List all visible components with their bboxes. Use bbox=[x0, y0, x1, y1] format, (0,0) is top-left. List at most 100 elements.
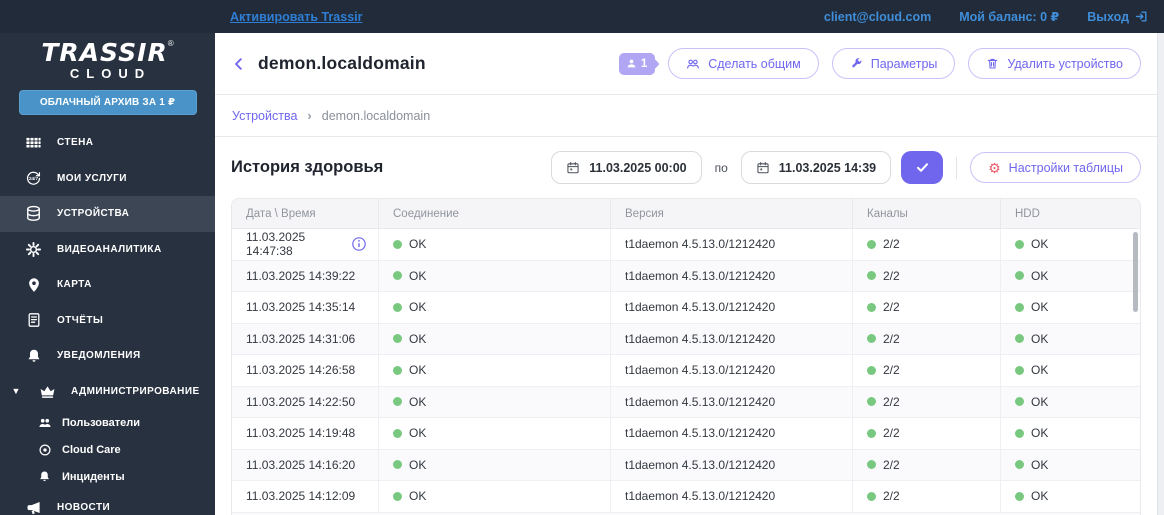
date-from-input[interactable]: 11.03.2025 00:00 bbox=[551, 151, 702, 184]
shared-users-badge[interactable]: 1 bbox=[618, 52, 656, 75]
devices-database-icon bbox=[24, 205, 43, 222]
sidebar-item-notifications[interactable]: УВЕДОМЛЕНИЯ bbox=[0, 338, 215, 374]
topbar: Активировать Trassir client@cloud.com Мо… bbox=[0, 0, 1164, 33]
cell-version: t1daemon 4.5.13.0/1212420 bbox=[611, 355, 853, 386]
notifications-bell-icon bbox=[24, 348, 43, 364]
table-row[interactable]: 11.03.2025 14:12:09 OK t1daemon 4.5.13.0… bbox=[232, 481, 1140, 513]
column-header-datetime[interactable]: Дата \ Время bbox=[232, 199, 379, 228]
table-row[interactable]: 11.03.2025 14:19:48 OK t1daemon 4.5.13.0… bbox=[232, 418, 1140, 450]
parameters-button[interactable]: Параметры bbox=[831, 48, 956, 79]
delete-device-button[interactable]: Удалить устройство bbox=[968, 48, 1141, 79]
status-dot-green bbox=[1015, 365, 1024, 375]
status-dot-green bbox=[867, 271, 876, 281]
make-shared-button[interactable]: Сделать общим bbox=[668, 48, 819, 79]
sidebar-item-map[interactable]: КАРТА bbox=[0, 267, 215, 303]
logout-link[interactable]: Выход bbox=[1087, 10, 1148, 24]
sidebar-subitem-label: Пользователи bbox=[62, 416, 141, 429]
sidebar-item-wall[interactable]: СТЕНА bbox=[0, 125, 215, 161]
table-row[interactable]: 11.03.2025 14:39:22 OK t1daemon 4.5.13.0… bbox=[232, 260, 1140, 292]
sidebar-subitem-cloud-care[interactable]: Cloud Care bbox=[0, 436, 215, 463]
table-row[interactable]: 11.03.2025 14:16:20 OK t1daemon 4.5.13.0… bbox=[232, 449, 1140, 481]
cell-hdd: OK bbox=[1001, 229, 1140, 260]
logo-title: TRASSIR bbox=[41, 38, 168, 67]
cloud-care-icon bbox=[37, 443, 52, 457]
table-row[interactable]: 11.03.2025 14:22:50 OK t1daemon 4.5.13.0… bbox=[232, 386, 1140, 418]
sidebar-item-video-analytics[interactable]: ВИДЕОАНАЛИТИКА bbox=[0, 232, 215, 268]
shared-users-count: 1 bbox=[640, 57, 648, 70]
table-row[interactable]: 11.03.2025 14:47:38 OK t1daemon 4.5.13.0… bbox=[232, 229, 1140, 261]
status-dot-green bbox=[393, 428, 402, 438]
sidebar-item-my-services[interactable]: 24/7 МОИ УСЛУГИ bbox=[0, 161, 215, 197]
table-header-row: Дата \ Время Соединение Версия Каналы HD… bbox=[232, 199, 1140, 229]
cell-hdd: OK bbox=[1001, 418, 1140, 449]
table-row[interactable]: 11.03.2025 14:26:58 OK t1daemon 4.5.13.0… bbox=[232, 355, 1140, 387]
make-shared-label: Сделать общим bbox=[708, 56, 801, 71]
sidebar-subitem-users[interactable]: Пользователи bbox=[0, 409, 215, 436]
table-settings-label: Настройки таблицы bbox=[1008, 160, 1123, 175]
column-header-hdd[interactable]: HDD bbox=[1001, 199, 1140, 228]
balance-link[interactable]: Мой баланс: 0 ₽ bbox=[959, 9, 1059, 24]
apply-filter-button[interactable] bbox=[901, 151, 944, 184]
video-analytics-gear-icon bbox=[24, 241, 43, 258]
status-dot-green bbox=[867, 397, 876, 407]
sidebar-item-reports[interactable]: ОТЧЁТЫ bbox=[0, 303, 215, 339]
cell-channels: 2/2 bbox=[853, 449, 1001, 480]
status-dot-green bbox=[393, 271, 402, 281]
column-header-channels[interactable]: Каналы bbox=[853, 199, 1001, 228]
cell-connection: OK bbox=[379, 292, 611, 323]
sidebar-item-administration[interactable]: ▼ АДМИНИСТРИРОВАНИЕ bbox=[0, 374, 215, 410]
breadcrumb-current: demon.localdomain bbox=[321, 108, 431, 123]
check-icon bbox=[915, 160, 930, 175]
cell-version: t1daemon 4.5.13.0/1212420 bbox=[611, 292, 853, 323]
sidebar-item-devices[interactable]: УСТРОЙСТВА bbox=[0, 196, 215, 232]
activate-trassir-link[interactable]: Активировать Trassir bbox=[230, 10, 362, 24]
cell-datetime: 11.03.2025 14:47:38 bbox=[232, 229, 379, 260]
trassir-cloud-logo: TRASSIR® CLOUD bbox=[0, 33, 215, 81]
cell-channels: 2/2 bbox=[853, 481, 1001, 512]
date-to-input[interactable]: 11.03.2025 14:39 bbox=[740, 151, 892, 184]
table-row[interactable]: 11.03.2025 14:35:14 OK t1daemon 4.5.13.0… bbox=[232, 292, 1140, 324]
cell-connection: OK bbox=[379, 260, 611, 291]
reports-icon bbox=[24, 312, 43, 328]
table-scrollbar-thumb[interactable] bbox=[1133, 232, 1138, 312]
cell-connection: OK bbox=[379, 449, 611, 480]
status-dot-green bbox=[1015, 239, 1024, 249]
back-button[interactable] bbox=[231, 56, 247, 72]
sidebar-item-news[interactable]: НОВОСТИ bbox=[0, 490, 215, 515]
table-settings-button[interactable]: ⚙ Настройки таблицы bbox=[970, 152, 1141, 183]
status-dot-green bbox=[393, 334, 402, 344]
sidebar-subitem-incidents[interactable]: Инциденты bbox=[0, 463, 215, 490]
cell-connection: OK bbox=[379, 418, 611, 449]
cell-version: t1daemon 4.5.13.0/1212420 bbox=[611, 229, 853, 260]
breadcrumb-devices-link[interactable]: Устройства bbox=[232, 109, 297, 123]
calendar-icon bbox=[756, 161, 770, 175]
services-24-7-icon: 24/7 bbox=[24, 170, 43, 187]
page-scrollbar[interactable] bbox=[1157, 33, 1164, 515]
sidebar-item-label: УВЕДОМЛЕНИЯ bbox=[57, 350, 141, 362]
date-range-separator-label: по bbox=[714, 160, 728, 175]
status-dot-green bbox=[1015, 397, 1024, 407]
column-header-version[interactable]: Версия bbox=[611, 199, 853, 228]
status-dot-green bbox=[867, 491, 876, 501]
sidebar-item-label: СТЕНА bbox=[57, 137, 94, 149]
table-row[interactable]: 11.03.2025 14:31:06 OK t1daemon 4.5.13.0… bbox=[232, 323, 1140, 355]
status-dot-green bbox=[393, 491, 402, 501]
sidebar: TRASSIR® CLOUD ОБЛАЧНЫЙ АРХИВ ЗА 1 ₽ СТЕ… bbox=[0, 33, 215, 515]
device-page-header: demon.localdomain 1 Сделать общим Параме… bbox=[215, 33, 1157, 95]
cloud-archive-button[interactable]: ОБЛАЧНЫЙ АРХИВ ЗА 1 ₽ bbox=[18, 90, 197, 115]
sidebar-item-label: ОТЧЁТЫ bbox=[57, 314, 104, 326]
cell-datetime: 11.03.2025 14:39:22 bbox=[232, 260, 379, 291]
users-icon bbox=[37, 416, 52, 430]
account-email-link[interactable]: client@cloud.com bbox=[824, 10, 931, 24]
chevron-right-icon: › bbox=[307, 108, 312, 123]
cell-connection: OK bbox=[379, 323, 611, 354]
column-header-connection[interactable]: Соединение bbox=[379, 199, 611, 228]
cell-connection: OK bbox=[379, 481, 611, 512]
sidebar-item-label: МОИ УСЛУГИ bbox=[57, 172, 127, 184]
sidebar-item-label: НОВОСТИ bbox=[57, 502, 111, 514]
status-dot-green bbox=[867, 428, 876, 438]
gear-icon: ⚙ bbox=[988, 159, 1001, 176]
people-icon bbox=[686, 57, 700, 71]
info-icon[interactable] bbox=[351, 236, 367, 252]
section-title: История здоровья bbox=[231, 158, 384, 176]
